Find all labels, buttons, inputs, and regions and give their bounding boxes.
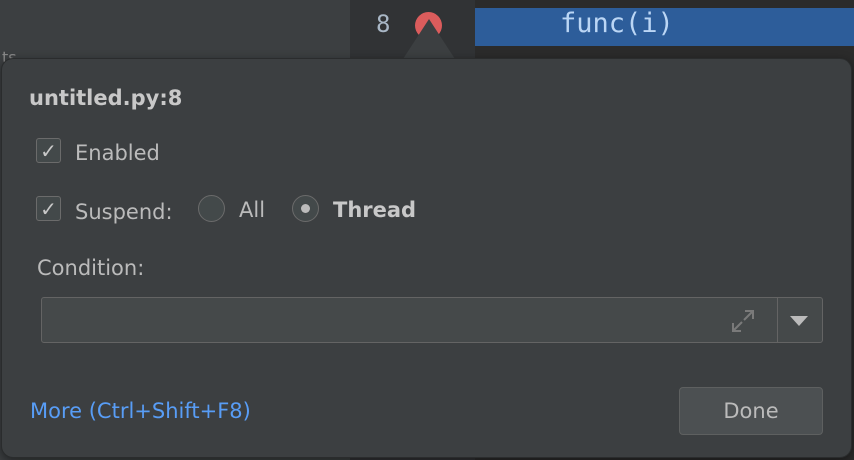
radio-thread[interactable]	[292, 195, 319, 222]
radio-selected-dot	[301, 204, 310, 213]
done-button[interactable]: Done	[679, 387, 823, 435]
code-line: func(i)	[560, 8, 674, 39]
more-link[interactable]: More (Ctrl+Shift+F8)	[30, 399, 251, 423]
breakpoint-popup: untitled.py:8 ✓ Enabled ✓ Suspend: All T…	[1, 58, 852, 458]
popup-pointer	[403, 19, 455, 59]
popup-title: untitled.py:8	[29, 86, 183, 110]
check-icon: ✓	[40, 138, 57, 163]
check-icon: ✓	[40, 196, 57, 221]
suspend-checkbox[interactable]: ✓	[36, 196, 61, 221]
condition-input[interactable]	[41, 297, 823, 343]
chevron-down-icon[interactable]	[790, 316, 808, 326]
radio-all[interactable]	[198, 195, 225, 222]
line-number: 8	[376, 10, 391, 38]
radio-thread-label[interactable]: Thread	[333, 198, 416, 222]
expand-icon[interactable]	[730, 308, 756, 334]
suspend-label[interactable]: Suspend:	[75, 200, 173, 224]
enabled-label[interactable]: Enabled	[75, 141, 160, 165]
dropdown-divider	[777, 298, 778, 342]
radio-all-label[interactable]: All	[239, 198, 265, 222]
condition-label: Condition:	[37, 256, 145, 280]
enabled-checkbox[interactable]: ✓	[36, 138, 61, 163]
